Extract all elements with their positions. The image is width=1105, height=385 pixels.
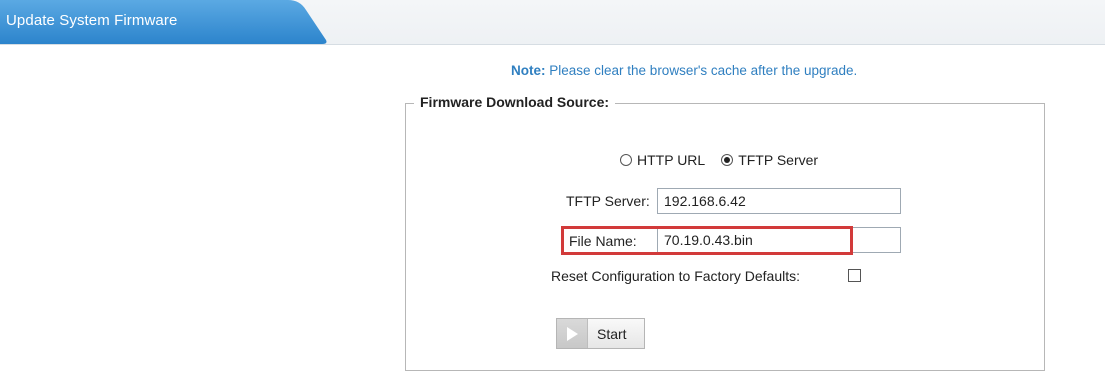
tftp-server-input[interactable] [657, 188, 901, 214]
note-message: Please clear the browser's cache after t… [545, 63, 858, 78]
radio-tftp-server[interactable] [721, 154, 734, 166]
page-header: Update System Firmware [0, 0, 1105, 45]
reset-factory-checkbox[interactable] [848, 269, 861, 282]
page-title: Update System Firmware [6, 12, 178, 29]
radio-http-url-label[interactable]: HTTP URL [637, 152, 705, 168]
radio-tftp-server-label[interactable]: TFTP Server [738, 152, 818, 168]
source-radio-group: HTTP URL TFTP Server [620, 152, 834, 168]
reset-factory-label: Reset Configuration to Factory Defaults: [551, 268, 801, 284]
play-icon [557, 319, 588, 348]
header-tab: Update System Firmware [0, 0, 330, 44]
tftp-server-label: TFTP Server: [566, 193, 650, 209]
note-text: Note: Please clear the browser's cache a… [511, 63, 857, 78]
start-button[interactable]: Start [556, 318, 645, 349]
radio-http-url[interactable] [620, 154, 632, 166]
firmware-source-legend: Firmware Download Source: [414, 94, 616, 110]
start-button-label: Start [597, 325, 627, 342]
note-prefix: Note: [511, 63, 546, 78]
file-name-highlight-box [561, 226, 853, 255]
